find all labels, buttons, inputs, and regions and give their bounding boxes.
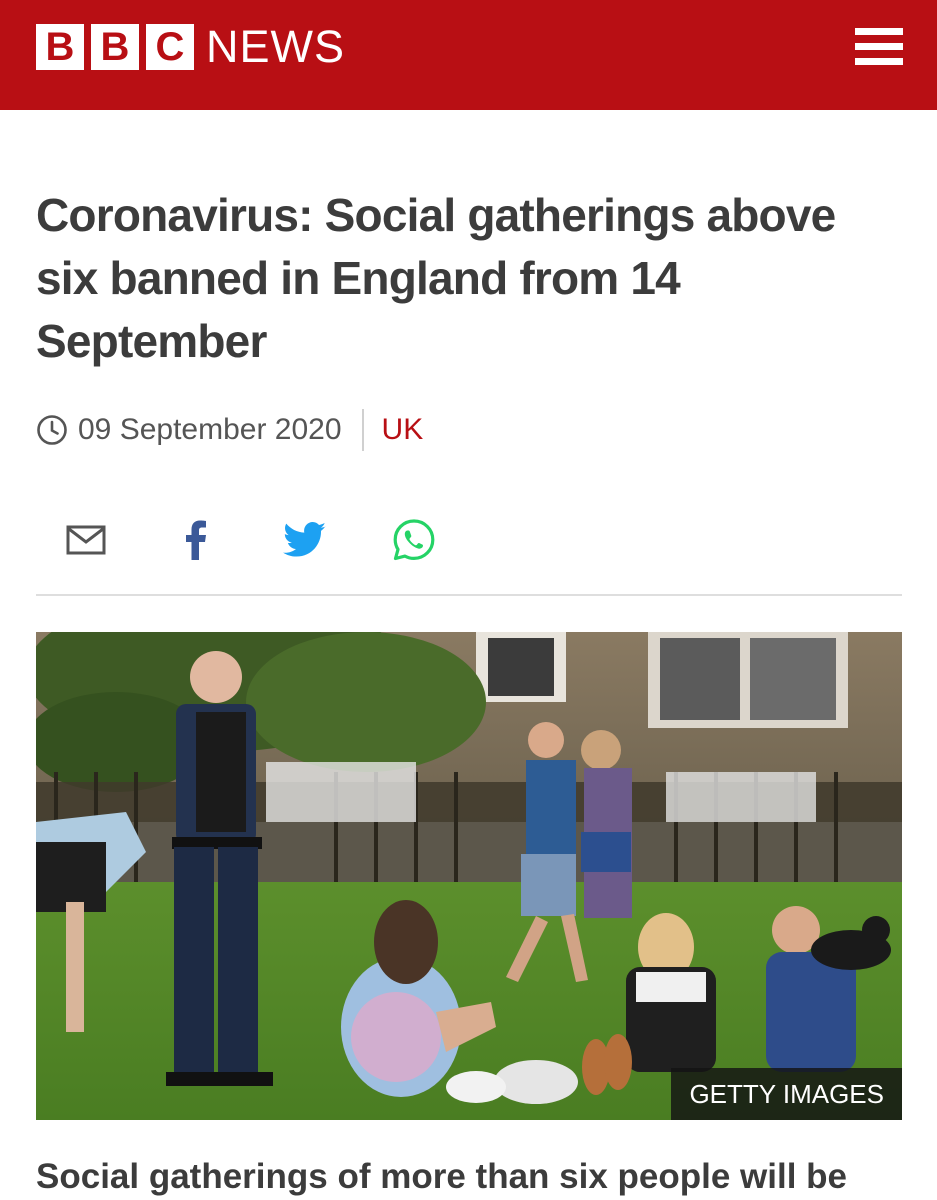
hamburger-menu-icon[interactable] bbox=[855, 28, 903, 66]
article-photo: GETTY IMAGES bbox=[36, 632, 902, 1120]
whatsapp-share-button[interactable] bbox=[384, 510, 444, 570]
section-link-uk[interactable]: UK bbox=[382, 413, 424, 447]
facebook-icon bbox=[186, 520, 206, 560]
facebook-share-button[interactable] bbox=[166, 510, 226, 570]
article-summary: Social gatherings of more than six peopl… bbox=[36, 1157, 847, 1196]
clock-icon bbox=[37, 415, 67, 445]
masthead: B B C NEWS bbox=[0, 0, 937, 110]
article-meta: 09 September 2020 UK bbox=[36, 408, 423, 452]
image-credit: GETTY IMAGES bbox=[671, 1068, 902, 1120]
park-scene-image bbox=[36, 632, 902, 1120]
bbc-logo[interactable]: B B C bbox=[36, 24, 201, 70]
article-headline: Coronavirus: Social gatherings above six… bbox=[36, 189, 836, 367]
logo-block-c: C bbox=[146, 24, 194, 70]
email-icon bbox=[66, 525, 106, 555]
whatsapp-icon bbox=[393, 519, 435, 561]
logo-block-b1: B bbox=[36, 24, 84, 70]
twitter-icon bbox=[283, 522, 326, 557]
logo-block-b2: B bbox=[91, 24, 139, 70]
news-wordmark[interactable]: NEWS bbox=[206, 22, 345, 72]
email-share-button[interactable] bbox=[56, 510, 116, 570]
twitter-share-button[interactable] bbox=[275, 510, 335, 570]
publish-date: 09 September 2020 bbox=[78, 413, 342, 446]
share-bar bbox=[0, 510, 937, 570]
section-divider bbox=[36, 594, 902, 596]
meta-separator bbox=[361, 409, 364, 451]
